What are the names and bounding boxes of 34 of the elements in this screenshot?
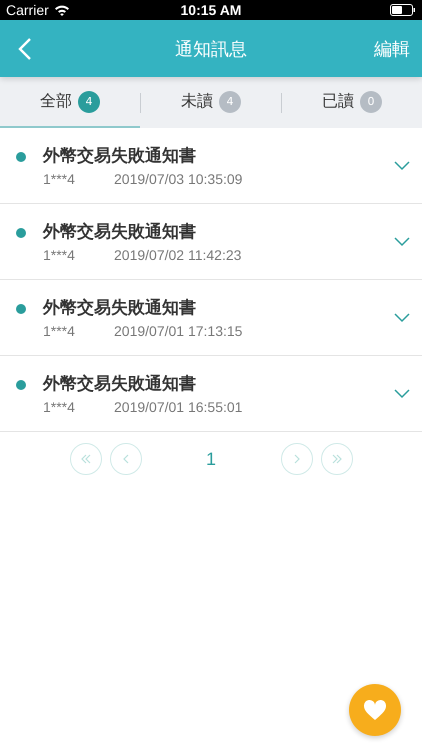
account-number: 1***4 — [43, 323, 76, 339]
tab[interactable]: 全部 4 — [0, 77, 140, 128]
chevron-down-icon[interactable] — [394, 160, 410, 170]
notification-title[interactable]: 外幣交易失敗通知書 — [43, 296, 196, 319]
page-title: 通知訊息 — [175, 38, 247, 60]
tab[interactable]: 已讀 0 — [282, 77, 422, 128]
account-number: 1***4 — [43, 171, 76, 187]
notification-time: 2019/07/03 10:35:09 — [114, 171, 242, 187]
back-icon[interactable] — [18, 38, 32, 60]
next-page-button[interactable] — [280, 443, 312, 475]
status-time: 10:15 AM — [180, 2, 242, 18]
account-number: 1***4 — [43, 247, 76, 263]
wifi-icon — [54, 4, 70, 16]
notification-time: 2019/07/02 11:42:23 — [114, 247, 242, 263]
chevron-down-icon[interactable] — [394, 312, 410, 322]
notification-title[interactable]: 外幣交易失敗通知書 — [43, 372, 196, 395]
double-chevron-right-icon — [330, 453, 342, 465]
tab[interactable]: 未讀 4 — [141, 77, 281, 128]
page-number: 1 — [204, 448, 217, 470]
account-number: 1***4 — [43, 399, 76, 415]
first-page-button[interactable] — [70, 443, 102, 475]
notification-title[interactable]: 外幣交易失敗通知書 — [43, 220, 196, 243]
chevron-down-icon[interactable] — [394, 236, 410, 246]
double-chevron-left-icon — [80, 453, 92, 465]
heart-icon — [363, 699, 387, 721]
previous-page-button[interactable] — [110, 443, 142, 475]
notification-time: 2019/07/01 16:55:01 — [114, 399, 242, 415]
notification-title[interactable]: 外幣交易失敗通知書 — [43, 144, 196, 167]
notification-time: 2019/07/01 17:13:15 — [114, 323, 242, 339]
chevron-down-icon[interactable] — [394, 388, 410, 398]
carrier-label: Carrier — [6, 2, 49, 18]
last-page-button[interactable] — [320, 443, 352, 475]
favorite-button[interactable] — [349, 684, 401, 736]
battery-icon — [390, 4, 416, 16]
